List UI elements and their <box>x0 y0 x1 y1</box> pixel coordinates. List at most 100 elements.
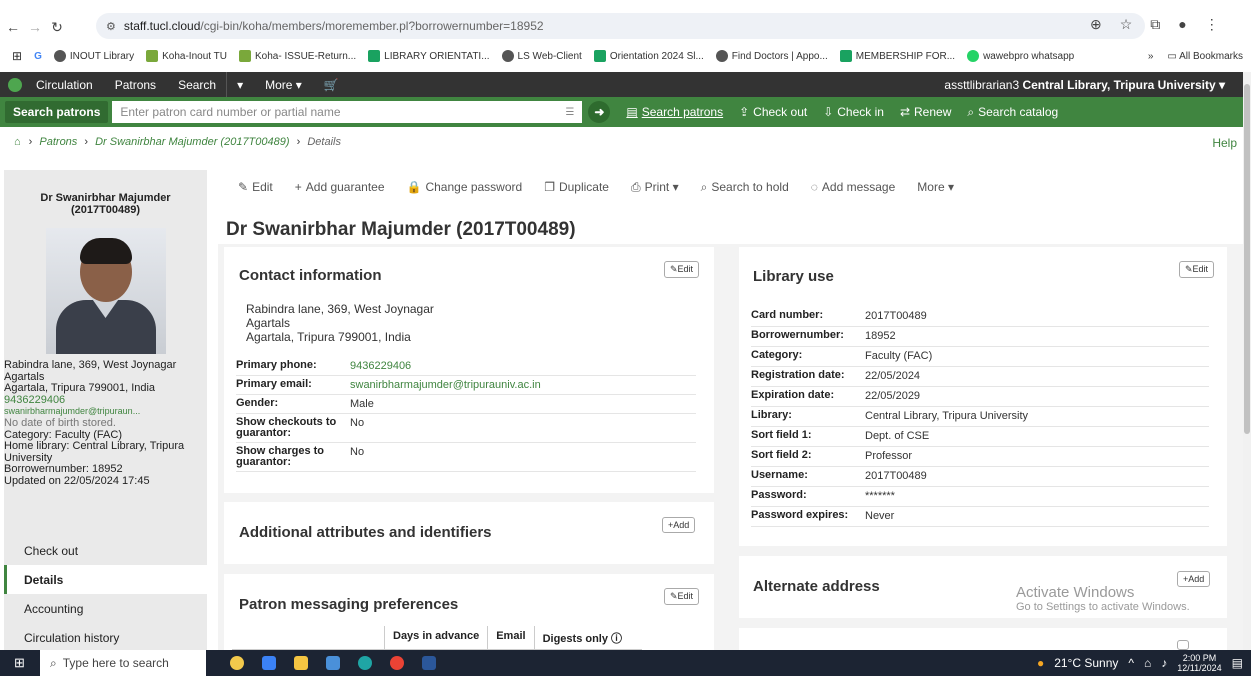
zoom-icon[interactable]: ⊕ <box>1090 16 1102 33</box>
edge-icon[interactable] <box>358 656 372 670</box>
address-bar[interactable]: ⚙ staff.tucl.cloud/cgi-bin/koha/members/… <box>96 13 1145 39</box>
nav-dropdown-caret[interactable]: ▾ <box>237 78 243 92</box>
more-bookmarks-icon[interactable]: » <box>1148 51 1154 62</box>
weather-text[interactable]: 21°C Sunny <box>1054 656 1118 670</box>
breadcrumb-patron[interactable]: Dr Swanirbhar Majumder (2017T00489) <box>95 136 289 148</box>
store-icon[interactable] <box>326 656 340 670</box>
photo-hair <box>79 238 132 264</box>
bookmark-2[interactable]: Koha- ISSUE-Return... <box>238 50 357 62</box>
more-button[interactable]: More ▾ <box>917 180 954 195</box>
back-icon[interactable]: ← <box>4 18 22 36</box>
bookmark-star-icon[interactable]: ☆ <box>1120 16 1133 33</box>
widgets-icon[interactable] <box>230 656 244 670</box>
library-use-row: Password: ******* <box>751 487 1209 507</box>
edit-button[interactable]: ✎ Edit <box>238 180 273 195</box>
menu-accounting[interactable]: Accounting <box>4 594 207 623</box>
renew-link[interactable]: ⇄ Renew <box>900 105 951 119</box>
copilot-icon[interactable] <box>262 656 276 670</box>
koha-logo-icon[interactable] <box>8 77 22 92</box>
next-panel-button[interactable] <box>1177 640 1189 650</box>
link-label: Search patrons <box>641 105 724 119</box>
taskbar-search[interactable]: ⌕ Type here to search <box>40 650 206 676</box>
patron-search-input[interactable]: Enter patron card number or partial name… <box>112 101 583 123</box>
volume-icon[interactable]: ♪ <box>1161 656 1167 670</box>
library-use-edit-button[interactable]: ✎Edit <box>1179 261 1215 278</box>
menu-details[interactable]: Details <box>4 565 207 594</box>
duplicate-button[interactable]: ❐ Duplicate <box>544 180 609 195</box>
next-panel <box>739 628 1227 650</box>
additional-add-button[interactable]: +Add <box>662 517 696 533</box>
check-in-link[interactable]: ⇩ Check in <box>823 105 884 119</box>
network-icon[interactable]: ⌂ <box>1144 656 1151 670</box>
nav-circulation[interactable]: Circulation <box>36 78 93 92</box>
search-patrons-link[interactable]: ▤ Search patrons <box>626 105 723 119</box>
field-value[interactable]: swanirbharmajumder@tripurauniv.ac.in <box>350 379 541 391</box>
address-line: Agartals <box>246 316 291 330</box>
contact-row: Primary email: swanirbharmajumder@tripura… <box>236 376 696 395</box>
bookmark-3[interactable]: LIBRARY ORIENTATI... <box>368 50 490 62</box>
home-icon[interactable]: ⌂ <box>14 136 21 148</box>
tray-chevron-icon[interactable]: ^ <box>1128 656 1134 670</box>
bookmark-8[interactable]: wawebpro whatsapp <box>967 50 1074 62</box>
bookmark-6[interactable]: Find Doctors | Appo... <box>715 50 828 62</box>
field-value: No <box>350 446 365 458</box>
chrome-icon[interactable] <box>390 656 404 670</box>
bookmark-1[interactable]: Koha-Inout TU <box>146 50 227 62</box>
profile-icon[interactable]: ● <box>1178 16 1186 33</box>
scrollbar-thumb[interactable] <box>1244 84 1250 434</box>
patron-photo[interactable] <box>45 228 166 354</box>
cart-icon[interactable]: 🛒 <box>324 78 339 92</box>
google-icon[interactable]: G <box>34 51 42 62</box>
search-submit-icon[interactable]: ➜ <box>588 101 611 123</box>
reload-icon[interactable]: ↻ <box>48 18 66 36</box>
nav-more[interactable]: More ▾ <box>265 78 302 92</box>
weather-icon[interactable]: ● <box>1037 656 1044 670</box>
print-button[interactable]: ⎙ Print ▾ <box>631 180 679 195</box>
menu-circulation-history[interactable]: Circulation history <box>4 623 207 652</box>
file-explorer-icon[interactable] <box>294 656 308 670</box>
check-out-link[interactable]: ⇪ Check out <box>739 105 807 119</box>
word-icon[interactable] <box>422 656 436 670</box>
logged-in-user[interactable]: assttlibrarian3 Central Library, Tripura… <box>944 78 1225 92</box>
search-to-hold-button[interactable]: ⌕ Search to hold <box>701 180 789 195</box>
button-label: Edit <box>1192 264 1209 274</box>
windows-start-icon[interactable]: ⊞ <box>14 655 25 671</box>
notification-icon[interactable]: ▤ <box>1232 656 1243 670</box>
library-use-panel: Library use ✎Edit Card number: 2017T00489… <box>739 247 1227 546</box>
change-password-button[interactable]: 🔒 Change password <box>407 180 523 195</box>
contact-edit-button[interactable]: ✎Edit <box>664 261 700 278</box>
filter-icon[interactable]: ☰ <box>565 107 574 118</box>
bookmark-7[interactable]: MEMBERSHIP FOR... <box>839 50 955 62</box>
forward-icon[interactable]: → <box>26 18 44 36</box>
nav-patrons[interactable]: Patrons <box>115 78 156 92</box>
help-link[interactable]: Help <box>1212 136 1237 150</box>
menu-icon[interactable]: ⋮ <box>1205 16 1219 33</box>
menu-check-out[interactable]: Check out <box>4 536 207 565</box>
search-catalog-link[interactable]: ⌕ Search catalog <box>967 105 1058 120</box>
forms-icon <box>368 50 381 62</box>
nav-search[interactable]: Search <box>178 78 216 92</box>
bookmark-5[interactable]: Orientation 2024 Sl... <box>593 50 704 62</box>
page-scrollbar[interactable] <box>1243 72 1251 650</box>
breadcrumb-patrons[interactable]: Patrons <box>39 136 77 148</box>
bookmark-label: Koha- ISSUE-Return... <box>254 50 357 62</box>
clock[interactable]: 2:00 PM 12/11/2024 <box>1177 653 1221 673</box>
patron-phone[interactable]: 9436229406 <box>4 394 207 407</box>
field-label: Gender: <box>236 397 279 409</box>
library-use-row: Username: 2017T00489 <box>751 467 1209 487</box>
apps-icon[interactable]: ⊞ <box>12 49 22 63</box>
field-label: Primary email: <box>236 378 312 390</box>
site-info-icon[interactable]: ⚙ <box>106 20 116 33</box>
extensions-icon[interactable]: ⧉ <box>1150 16 1160 33</box>
button-label: Add guarantee <box>305 180 385 194</box>
info-icon[interactable]: ⓘ <box>611 633 622 645</box>
add-guarantee-button[interactable]: + Add guarantee <box>295 180 385 195</box>
globe-icon <box>715 50 728 62</box>
all-bookmarks[interactable]: ▭ All Bookmarks <box>1167 51 1243 62</box>
bookmark-0[interactable]: INOUT Library <box>53 50 134 62</box>
field-value[interactable]: 9436229406 <box>350 360 411 372</box>
add-message-button[interactable]: ◌ Add message <box>811 180 896 195</box>
link-label: Check out <box>753 105 808 119</box>
messaging-edit-button[interactable]: ✎Edit <box>664 588 700 605</box>
bookmark-4[interactable]: LS Web-Client <box>501 50 582 62</box>
